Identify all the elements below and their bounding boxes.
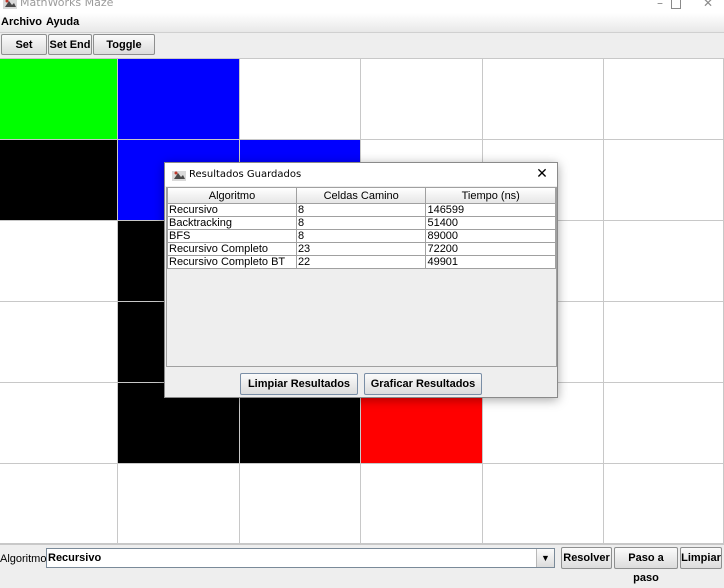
- close-window-icon[interactable]: ✕: [698, 0, 718, 10]
- table-cell: 8: [295, 229, 427, 243]
- table-row[interactable]: Recursivo Completo BT 22 49901: [167, 255, 556, 269]
- algorithm-selected-value: Recursivo: [48, 552, 102, 564]
- algorithm-select[interactable]: Recursivo ▼: [46, 548, 555, 568]
- maze-cell-empty[interactable]: [483, 464, 604, 544]
- toggle-wall-button[interactable]: Toggle Wall: [93, 34, 155, 72]
- clear-button[interactable]: Limpiar: [680, 547, 722, 569]
- maze-cell-empty[interactable]: [240, 464, 361, 544]
- table-cell: Backtracking: [167, 216, 297, 230]
- maze-cell-empty[interactable]: [483, 59, 604, 140]
- algorithm-label: Algoritmo:: [0, 553, 50, 565]
- java-app-icon: [172, 171, 186, 181]
- column-header-celdas[interactable]: Celdas Camino: [295, 188, 427, 204]
- column-header-tiempo[interactable]: Tiempo (ns): [425, 188, 556, 204]
- maze-cell-start[interactable]: [0, 59, 118, 140]
- table-row[interactable]: Backtracking 8 51400: [167, 216, 556, 230]
- solve-button[interactable]: Resolver: [561, 547, 612, 569]
- maze-cell-empty[interactable]: [604, 59, 724, 140]
- table-cell: Recursivo Completo BT: [167, 255, 297, 269]
- menu-ayuda[interactable]: Ayuda: [46, 16, 79, 28]
- table-cell: 51400: [425, 216, 556, 230]
- table-cell: 8: [295, 203, 427, 217]
- maze-cell-empty[interactable]: [0, 383, 118, 464]
- maze-cell-empty[interactable]: [604, 221, 724, 302]
- set-end-button[interactable]: Set End: [48, 34, 92, 55]
- maximize-icon[interactable]: [666, 0, 686, 10]
- results-table-scrollpane[interactable]: Algoritmo Celdas Camino Tiempo (ns) Recu…: [166, 187, 557, 367]
- maze-cell-empty[interactable]: [361, 59, 483, 140]
- table-row[interactable]: Recursivo 8 146599: [167, 203, 556, 217]
- maze-cell-empty[interactable]: [0, 464, 118, 544]
- window-titlebar: MathWorks Maze – ✕: [0, 0, 724, 13]
- dialog-title: Resultados Guardados: [189, 169, 302, 180]
- dialog-titlebar: Resultados Guardados ✕: [165, 163, 557, 186]
- column-header-algoritmo[interactable]: Algoritmo: [167, 188, 297, 204]
- maze-cell-empty[interactable]: [604, 464, 724, 544]
- maze-cell-empty[interactable]: [0, 221, 118, 302]
- results-table[interactable]: Algoritmo Celdas Camino Tiempo (ns) Recu…: [167, 188, 556, 269]
- maze-cell-wall[interactable]: [0, 140, 118, 221]
- maze-cell-empty[interactable]: [604, 140, 724, 221]
- menu-bar: Archivo Ayuda: [0, 13, 724, 33]
- table-cell: BFS: [167, 229, 297, 243]
- maze-cell-empty[interactable]: [361, 464, 483, 544]
- maze-cell-empty[interactable]: [604, 302, 724, 383]
- toolbar: Set Start Set End Toggle Wall: [0, 33, 724, 72]
- plot-results-button[interactable]: Graficar Resultados: [364, 373, 482, 395]
- maze-cell-empty[interactable]: [118, 464, 240, 544]
- java-app-icon: [3, 0, 17, 9]
- table-cell: 146599: [425, 203, 556, 217]
- table-cell: 49901: [425, 255, 556, 269]
- maze-cell-empty[interactable]: [0, 302, 118, 383]
- table-cell: 8: [295, 216, 427, 230]
- step-by-step-button[interactable]: Paso a paso: [614, 547, 678, 584]
- dropdown-arrow-icon[interactable]: ▼: [536, 549, 554, 567]
- maze-cell-empty[interactable]: [240, 59, 361, 140]
- results-dialog: Resultados Guardados ✕ Algoritmo Celdas …: [164, 162, 558, 398]
- window-title: MathWorks Maze: [20, 0, 114, 9]
- dialog-close-icon[interactable]: ✕: [533, 165, 551, 183]
- table-cell: 89000: [425, 229, 556, 243]
- maze-cell-empty[interactable]: [604, 383, 724, 464]
- table-cell: 22: [295, 255, 427, 269]
- table-header-row: Algoritmo Celdas Camino Tiempo (ns): [167, 188, 556, 204]
- clear-results-button[interactable]: Limpiar Resultados: [240, 373, 358, 395]
- bottom-bar: Algoritmo: Recursivo ▼ Resolver Paso a p…: [0, 544, 724, 584]
- table-row[interactable]: Recursivo Completo 23 72200: [167, 242, 556, 256]
- table-cell: Recursivo: [167, 203, 297, 217]
- table-cell: Recursivo Completo: [167, 242, 297, 256]
- table-row[interactable]: BFS 8 89000: [167, 229, 556, 243]
- menu-archivo[interactable]: Archivo: [1, 16, 42, 28]
- table-cell: 23: [295, 242, 427, 256]
- maze-cell-path[interactable]: [118, 59, 240, 140]
- set-start-button[interactable]: Set Start: [1, 34, 47, 72]
- table-cell: 72200: [425, 242, 556, 256]
